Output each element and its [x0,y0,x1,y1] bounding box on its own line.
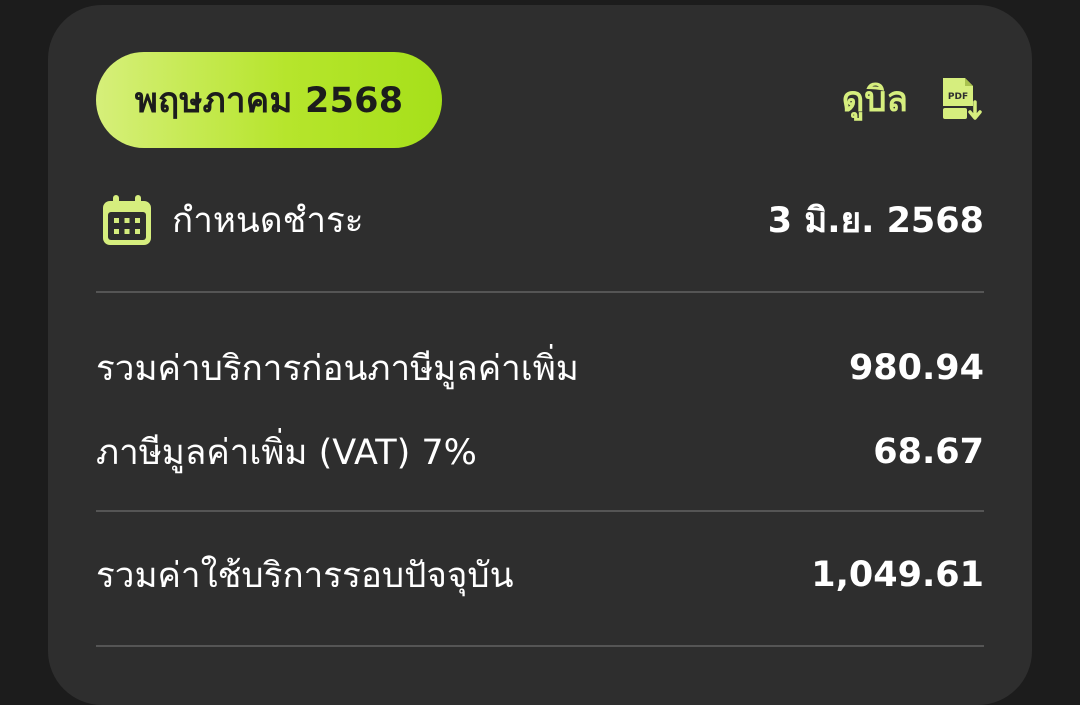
pdf-icon-text: PDF [948,92,968,102]
subtotal-label: รวมค่าบริการก่อนภาษีมูลค่าเพิ่ม [96,348,579,389]
pdf-download-icon[interactable]: PDF [938,76,984,122]
view-bill-button[interactable]: ดูบิล PDF [842,69,984,129]
divider [96,291,984,293]
view-bill-label: ดูบิล [841,79,908,120]
due-date-label: กำหนดชำระ [172,200,364,241]
vat-label: ภาษีมูลค่าเพิ่ม (VAT) 7% [96,432,477,473]
total-row: รวมค่าใช้บริการรอบปัจจุบัน 1,049.61 [96,548,984,602]
subtotal-row: รวมค่าบริการก่อนภาษีมูลค่าเพิ่ม 980.94 [96,341,984,395]
due-date-row: กำหนดชำระ 3 มิ.ย. 2568 [100,187,984,253]
bill-summary-card: พฤษภาคม 2568 ดูบิล PDF กำหนดชำระ 3 มิ.ย.… [48,5,1032,705]
subtotal-value: 980.94 [848,348,984,388]
calendar-icon [103,195,151,245]
billing-month-pill[interactable]: พฤษภาคม 2568 [96,52,442,148]
total-label: รวมค่าใช้บริการรอบปัจจุบัน [96,555,514,596]
divider [96,510,984,512]
divider [96,645,984,647]
billing-month-label: พฤษภาคม 2568 [134,80,404,121]
vat-value: 68.67 [873,432,984,472]
due-date-value: 3 มิ.ย. 2568 [767,200,984,241]
total-value: 1,049.61 [811,555,984,595]
vat-row: ภาษีมูลค่าเพิ่ม (VAT) 7% 68.67 [96,425,984,479]
